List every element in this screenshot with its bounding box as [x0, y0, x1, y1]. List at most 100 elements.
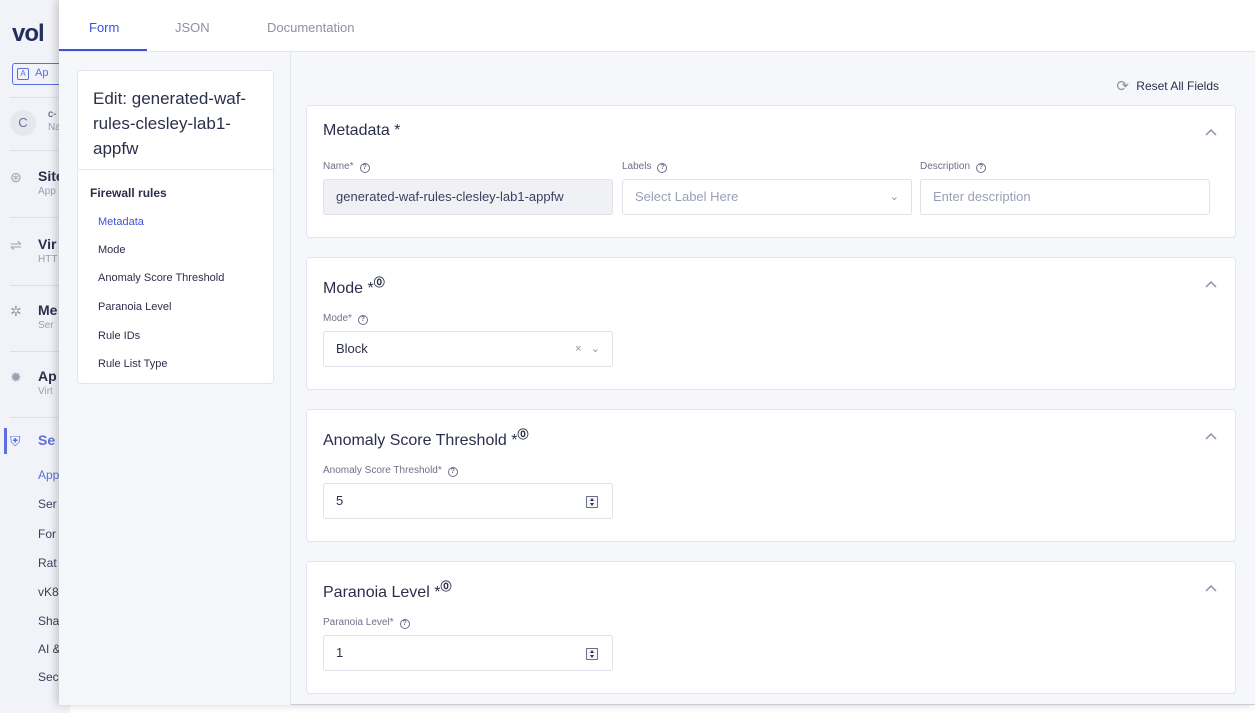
- chevron-up-icon[interactable]: [1203, 429, 1219, 445]
- labels-placeholder: Select Label Here: [635, 189, 739, 204]
- sub-item[interactable]: Sec: [38, 670, 59, 684]
- labels-select[interactable]: Select Label Here ⌄: [622, 179, 912, 215]
- section-title-text: Metadata: [323, 122, 390, 139]
- stepper-icon[interactable]: [586, 496, 598, 508]
- active-tab-underline: [59, 49, 147, 51]
- tab-json[interactable]: JSON: [175, 20, 210, 35]
- toc-section-title: Firewall rules: [90, 186, 167, 200]
- form-main: ⟳ Reset All Fields Metadata * Name*? gen…: [292, 52, 1255, 705]
- namespace-button-label: Ap: [35, 67, 49, 79]
- nav-item-sub: Ser: [38, 320, 54, 331]
- reset-label: Reset All Fields: [1136, 79, 1219, 93]
- tenant-name: c-: [48, 109, 57, 120]
- mode-field-label: Mode*?: [323, 313, 368, 325]
- nav-item-label: Vir: [38, 236, 57, 252]
- anomaly-title: Anomaly Score Threshold *⓪: [323, 426, 528, 450]
- help-icon[interactable]: ⓪: [517, 429, 528, 441]
- gear-icon: ✹: [10, 369, 22, 385]
- help-icon[interactable]: ⓪: [374, 277, 385, 289]
- label-text: Mode*: [323, 313, 352, 324]
- description-label: Description?: [920, 161, 987, 173]
- toc-card: Edit: generated-waf-rules-clesley-lab1-a…: [77, 70, 274, 384]
- tab-documentation[interactable]: Documentation: [267, 20, 354, 35]
- description-input[interactable]: Enter description: [920, 179, 1210, 215]
- mode-select[interactable]: Block × ⌄: [323, 331, 613, 367]
- divider: [78, 169, 273, 170]
- chevron-up-icon[interactable]: [1203, 277, 1219, 293]
- globe-icon: ⊛: [10, 169, 22, 185]
- help-icon[interactable]: ?: [357, 315, 368, 325]
- nav-item-sub: App: [38, 186, 56, 197]
- toc-link-paranoia-level[interactable]: Paranoia Level: [98, 301, 171, 313]
- help-icon[interactable]: ?: [399, 619, 410, 629]
- toc-link-metadata[interactable]: Metadata: [98, 216, 144, 228]
- anomaly-score-input[interactable]: 5: [323, 483, 613, 519]
- chevron-down-icon[interactable]: ⌄: [591, 343, 600, 355]
- sub-item[interactable]: vK8: [38, 585, 59, 599]
- toc-link-mode[interactable]: Mode: [98, 244, 126, 256]
- sub-item[interactable]: For: [38, 527, 56, 541]
- sub-item[interactable]: AI &: [38, 642, 61, 656]
- label-text: Name*: [323, 161, 354, 172]
- anomaly-field-label: Anomaly Score Threshold*?: [323, 465, 458, 477]
- edit-drawer: Form JSON Documentation Edit: generated-…: [59, 0, 1255, 705]
- reset-icon: ⟳: [1116, 78, 1129, 95]
- sub-item[interactable]: Sha: [38, 614, 59, 628]
- mode-title: Mode *⓪: [323, 274, 385, 298]
- sub-item[interactable]: Rat: [38, 556, 57, 570]
- nav-item-label: Se: [38, 432, 56, 448]
- mesh-icon: ✲: [10, 303, 22, 319]
- tab-form[interactable]: Form: [89, 20, 119, 35]
- tab-bar: Form JSON Documentation: [59, 0, 1255, 52]
- app-icon: A: [17, 68, 29, 80]
- chevron-down-icon[interactable]: ⌄: [890, 180, 899, 214]
- chevron-up-icon[interactable]: [1203, 581, 1219, 597]
- metadata-card: Metadata * Name*? generated-waf-rules-cl…: [306, 105, 1236, 238]
- toc-link-anomaly-score-threshold[interactable]: Anomaly Score Threshold: [98, 272, 224, 284]
- name-label: Name*?: [323, 161, 370, 173]
- help-icon[interactable]: ?: [359, 163, 370, 173]
- label-text: Description: [920, 161, 971, 172]
- virtual-host-icon: ⇌: [10, 237, 22, 253]
- chevron-up-icon[interactable]: [1203, 125, 1219, 141]
- help-icon[interactable]: ?: [447, 467, 458, 477]
- help-icon[interactable]: ⓪: [440, 581, 451, 593]
- clear-icon[interactable]: ×: [575, 343, 581, 355]
- nav-item-sub: HTT: [38, 254, 58, 265]
- required-mark: *: [394, 122, 401, 139]
- help-icon[interactable]: ?: [976, 163, 987, 173]
- nav-item-label: Me: [38, 302, 58, 318]
- paranoia-title: Paranoia Level *⓪: [323, 578, 451, 602]
- toc-link-rule-ids[interactable]: Rule IDs: [98, 330, 140, 342]
- metadata-title: Metadata *: [323, 122, 400, 140]
- name-field[interactable]: generated-waf-rules-clesley-lab1-appfw: [323, 179, 613, 215]
- toc-link-rule-list-type[interactable]: Rule List Type: [98, 358, 168, 370]
- help-icon[interactable]: ?: [657, 163, 668, 173]
- section-title-text: Anomaly Score Threshold: [323, 432, 507, 449]
- label-text: Anomaly Score Threshold*: [323, 465, 442, 476]
- sub-item[interactable]: App: [38, 468, 59, 482]
- select-controls: × ⌄: [575, 332, 600, 366]
- mode-card: Mode *⓪ Mode*? Block × ⌄: [306, 257, 1236, 390]
- paranoia-level-card: Paranoia Level *⓪ Paranoia Level*? 1: [306, 561, 1236, 694]
- sub-item[interactable]: Ser: [38, 497, 57, 511]
- nav-item-sub: Virt: [38, 386, 53, 397]
- labels-label: Labels?: [622, 161, 668, 173]
- reset-all-fields-button[interactable]: ⟳ Reset All Fields: [1116, 77, 1219, 95]
- nav-item-label: Ap: [38, 368, 57, 384]
- label-text: Labels: [622, 161, 652, 172]
- paranoia-level-input[interactable]: 1: [323, 635, 613, 671]
- active-indicator: [4, 428, 7, 454]
- shield-icon: ⛨: [10, 433, 21, 449]
- paranoia-value: 1: [336, 645, 344, 660]
- paranoia-field-label: Paranoia Level*?: [323, 617, 410, 629]
- description-placeholder: Enter description: [933, 189, 1031, 204]
- brand-logo: vol: [12, 20, 45, 47]
- mode-value: Block: [336, 341, 368, 356]
- stepper-icon[interactable]: [586, 648, 598, 660]
- section-title-text: Mode: [323, 280, 364, 297]
- page-title: Edit: generated-waf-rules-clesley-lab1-a…: [93, 89, 247, 158]
- label-text: Paranoia Level*: [323, 617, 394, 628]
- left-column: Edit: generated-waf-rules-clesley-lab1-a…: [59, 52, 291, 705]
- tenant-avatar: C: [10, 110, 36, 136]
